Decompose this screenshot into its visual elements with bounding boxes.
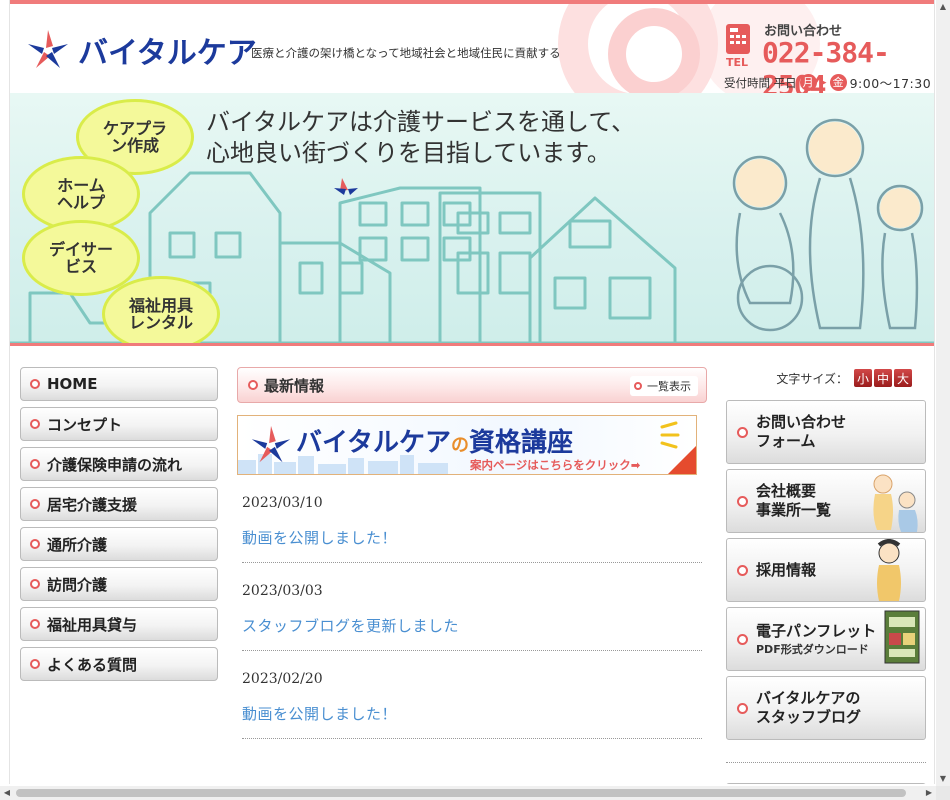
- brand-name: バイタルケア: [78, 36, 257, 71]
- logo-star-icon: [251, 425, 291, 463]
- font-size-label: 文字サイズ：: [776, 371, 848, 386]
- staff-blog-button[interactable]: バイタルケアの スタッフブログ: [726, 676, 926, 740]
- scroll-down-icon[interactable]: ▼: [936, 772, 950, 786]
- bullet-icon: [30, 419, 40, 429]
- font-size-large-button[interactable]: 大: [894, 369, 912, 387]
- scrollbar-corner: [936, 786, 950, 800]
- font-size-small-button[interactable]: 小: [854, 369, 872, 387]
- hero-banner: ケアプラン作成 ホームヘルプ デイサービス 福祉用具レンタル バイタルケアは介護…: [10, 93, 934, 346]
- bullet-icon: [737, 495, 748, 507]
- hero-headline: バイタルケアは介護サービスを通して、 心地良い街づくりを目指しています。: [206, 108, 636, 167]
- recruitment-button[interactable]: 採用情報: [726, 538, 926, 602]
- horizontal-scroll-thumb[interactable]: [16, 789, 906, 797]
- nav-home-care-support[interactable]: 居宅介護支援: [20, 487, 218, 521]
- sidebar-divider: [726, 762, 926, 763]
- tagline: 医療と介護の架け橋となって地域社会と地域住民に貢献する: [251, 46, 561, 60]
- nav-concept[interactable]: コンセプト: [20, 407, 218, 441]
- site-header: バイタルケア 医療と介護の架け橋となって地域社会と地域住民に貢献する TEL お…: [10, 0, 934, 93]
- nav-faq[interactable]: よくある質問: [20, 647, 218, 681]
- bullet-icon: [30, 459, 40, 469]
- bullet-icon: [30, 539, 40, 549]
- bullet-icon: [30, 379, 40, 389]
- pamphlet-icon: [884, 610, 920, 664]
- nav-home[interactable]: HOME: [20, 367, 218, 401]
- bullet-icon: [30, 499, 40, 509]
- contact-info: TEL お問い合わせ 022-384-2504 受付時間 平日 月 ▶ 金 9:…: [724, 18, 931, 93]
- news-link[interactable]: 動画を公開しました！: [242, 527, 702, 548]
- font-size-medium-button[interactable]: 中: [874, 369, 892, 387]
- nav-day-care[interactable]: 通所介護: [20, 527, 218, 561]
- hours-to-day: 金: [829, 74, 847, 91]
- news-date: 2023/03/03: [242, 583, 323, 599]
- bullet-icon: [30, 659, 40, 669]
- caregiver-illustration-icon: [873, 474, 918, 532]
- logo-star-icon: [28, 30, 68, 68]
- banner-corner-decoration: [668, 446, 696, 474]
- page-frame: バイタルケア 医療と介護の架け橋となって地域社会と地域住民に貢献する TEL お…: [9, 0, 935, 784]
- bullet-icon: [737, 564, 748, 576]
- bullet-icon: [30, 619, 40, 629]
- hours-label: 受付時間 平日: [724, 75, 797, 90]
- font-size-switcher: 文字サイズ： 小 中 大: [726, 367, 928, 389]
- nav-equipment-rental[interactable]: 福祉用具貸与: [20, 607, 218, 641]
- news-link[interactable]: 動画を公開しました！: [242, 703, 702, 724]
- sidebar-next-button-partial[interactable]: [726, 783, 926, 784]
- scroll-up-icon[interactable]: ▲: [936, 0, 950, 14]
- nav-visiting-care[interactable]: 訪問介護: [20, 567, 218, 601]
- qualification-course-banner[interactable]: バイタルケアの資格講座 案内ページはこちらをクリック➡: [237, 415, 697, 475]
- news-date: 2023/03/10: [242, 495, 323, 511]
- site-logo[interactable]: バイタルケア: [24, 26, 257, 74]
- bullet-icon: [737, 633, 748, 645]
- banner-cta: 案内ページはこちらをクリック➡: [470, 458, 641, 472]
- bullet-icon: [634, 382, 642, 390]
- phone-icon: TEL: [726, 24, 750, 68]
- banner-title: バイタルケアの資格講座: [296, 428, 573, 458]
- left-navigation: HOME コンセプト 介護保険申請の流れ 居宅介護支援 通所介護 訪問介護 福祉…: [20, 367, 220, 687]
- svg-text:TEL: TEL: [726, 56, 748, 68]
- company-overview-button[interactable]: 会社概要 事業所一覧: [726, 469, 926, 533]
- news-item: 2023/03/03 スタッフブログを更新しました: [242, 563, 702, 651]
- bullet-icon: [30, 579, 40, 589]
- news-date: 2023/02/20: [242, 671, 323, 687]
- news-item: 2023/03/10 動画を公開しました！: [242, 475, 702, 563]
- news-list-button[interactable]: 一覧表示: [630, 376, 698, 396]
- horizontal-scrollbar[interactable]: ◀ ▶: [0, 786, 950, 800]
- right-sidebar: 文字サイズ： 小 中 大 お問い合わせ フォーム 会社概要 事業所一覧 採用情報: [726, 367, 928, 784]
- bullet-icon: [737, 426, 748, 438]
- hours-from-day: 月: [799, 74, 817, 91]
- news-link[interactable]: スタッフブログを更新しました: [242, 615, 702, 636]
- service-bubble-rental: 福祉用具レンタル: [102, 276, 220, 343]
- business-hours: 受付時間 平日 月 ▶ 金 9:00〜17:30: [724, 73, 931, 92]
- nav-insurance-flow[interactable]: 介護保険申請の流れ: [20, 447, 218, 481]
- bullet-icon: [248, 380, 258, 390]
- news-heading: 最新情報: [264, 376, 325, 395]
- hours-time: 9:00〜17:30: [849, 76, 932, 91]
- digital-pamphlet-button[interactable]: 電子パンフレット PDF形式ダウンロード: [726, 607, 926, 671]
- news-item: 2023/02/20 動画を公開しました！: [242, 651, 702, 739]
- header-decoration: [608, 8, 700, 93]
- vertical-scrollbar[interactable]: ▲ ▼: [936, 0, 950, 786]
- staff-illustration-icon: [877, 539, 901, 601]
- scroll-left-icon[interactable]: ◀: [0, 786, 14, 800]
- contact-form-button[interactable]: お問い合わせ フォーム: [726, 400, 926, 464]
- scroll-right-icon[interactable]: ▶: [922, 786, 936, 800]
- news-header: 最新情報 一覧表示: [237, 367, 707, 403]
- main-content: 最新情報 一覧表示 バイタルケアの資格講座 案内ページはこちらをクリック➡ 20…: [237, 367, 707, 739]
- arrow-right-icon: ▶: [819, 77, 827, 88]
- bullet-icon: [737, 702, 748, 714]
